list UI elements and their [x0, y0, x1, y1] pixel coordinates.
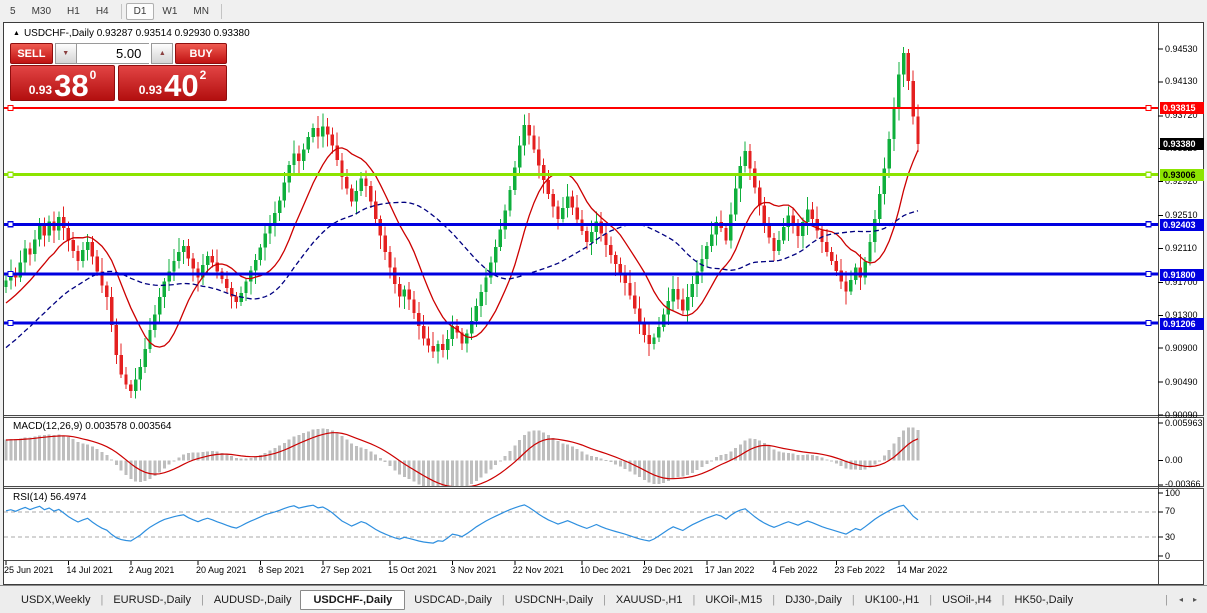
- tab-separator: |: [1165, 593, 1168, 606]
- tab-separator: |: [603, 593, 606, 606]
- tab-separator: |: [501, 593, 505, 606]
- rsi-indicator-label: RSI(14) 56.4974: [13, 492, 86, 503]
- date-label: 3 Nov 2021: [450, 565, 497, 575]
- tab-separator: |: [692, 593, 696, 606]
- tab-separator: |: [929, 593, 933, 606]
- price-tick-label: 0.90490: [1165, 376, 1198, 387]
- sell-price-pipette: 0: [89, 68, 97, 82]
- rsi-tick-label: 100: [1165, 487, 1181, 498]
- macd-indicator-label: MACD(12,26,9) 0.003578 0.003564: [13, 421, 171, 432]
- timeframe-button-M30[interactable]: M30: [24, 3, 59, 20]
- tab-separator: |: [100, 593, 104, 606]
- date-label: 4 Feb 2022: [772, 565, 818, 575]
- sell-price-prefix: 0.93: [28, 83, 53, 97]
- chart-symbol-header: ▲ USDCHF-,Daily 0.93287 0.93514 0.92930 0…: [13, 28, 250, 39]
- date-label: 25 Jun 2021: [4, 565, 54, 575]
- tab-scroll-left-icon[interactable]: ◂: [1179, 595, 1183, 604]
- rsi-value: 56.4974: [50, 492, 87, 503]
- date-label: 10 Dec 2021: [580, 565, 632, 575]
- sell-price-display[interactable]: 0.93 38 0: [10, 65, 115, 101]
- level-price-badge[interactable]: 0.91206: [1160, 317, 1204, 330]
- symbol-title: USDCHF-,Daily: [23, 28, 94, 39]
- timeframe-button-W1[interactable]: W1: [154, 3, 185, 20]
- timeframe-button-H4[interactable]: H4: [88, 3, 117, 20]
- level-price-badge[interactable]: 0.92403: [1160, 218, 1204, 231]
- chart-tab-xauusd-h1[interactable]: XAUUSD-,H1: [607, 590, 692, 610]
- collapse-panel-icon[interactable]: ▲: [13, 30, 20, 37]
- timeframe-button-D1[interactable]: D1: [125, 2, 155, 20]
- macd-tick-label: 0.005963: [1165, 417, 1203, 428]
- trading-platform-window: 5 M30 H1 H4 D1 W1 MN ▲ USDCHF-,Daily 0.93287 0.…: [0, 0, 1207, 613]
- buy-price-prefix: 0.93: [138, 83, 163, 97]
- chart-tab-usdchf-daily[interactable]: USDCHF-,Daily: [300, 589, 406, 610]
- tab-separator: |: [772, 593, 776, 606]
- chart-tab-ukoil-m15[interactable]: UKOil-,M15: [696, 590, 771, 610]
- date-label: 20 Aug 2021: [196, 565, 247, 575]
- volume-decrease-button[interactable]: ▼: [54, 43, 77, 64]
- buy-price-pipette: 2: [199, 68, 207, 82]
- current-price-badge: 0.93380: [1160, 138, 1204, 151]
- date-label: 15 Oct 2021: [388, 565, 438, 575]
- timeframe-button-MN[interactable]: MN: [185, 3, 217, 20]
- date-label: 27 Sep 2021: [320, 565, 372, 575]
- rsi-tick-label: 30: [1165, 531, 1176, 542]
- date-label: 29 Dec 2021: [642, 565, 694, 575]
- sell-button[interactable]: SELL: [10, 43, 53, 64]
- macd-name: MACD(12,26,9): [13, 421, 83, 432]
- volume-input[interactable]: 5.00: [76, 43, 150, 64]
- chart-tabs-bar: USDX,Weekly | EURUSD-,Daily | AUDUSD-,Daily U…: [0, 585, 1207, 613]
- tab-separator: |: [200, 593, 204, 606]
- panel-separator[interactable]: [4, 415, 1204, 418]
- chart-tab-usdcad-daily[interactable]: USDCAD-,Daily: [405, 590, 501, 610]
- timeframe-toolbar: 5 M30 H1 H4 D1 W1 MN: [0, 0, 1207, 22]
- date-label: 17 Jan 2022: [704, 565, 755, 575]
- timeframe-button-5[interactable]: 5: [2, 3, 24, 20]
- chart-tab-dj30-daily[interactable]: DJ30-,Daily: [776, 590, 851, 610]
- buy-price-big: 40: [164, 67, 199, 103]
- chart-tab-eurusd-daily[interactable]: EURUSD-,Daily: [104, 590, 200, 610]
- rsi-name: RSI(14): [13, 492, 48, 503]
- price-tick-label: 0.92110: [1165, 242, 1197, 253]
- price-tick-label: 0.94530: [1165, 43, 1198, 54]
- tab-separator: |: [851, 593, 855, 606]
- macd-values: 0.003578 0.003564: [85, 421, 172, 432]
- buy-price-display[interactable]: 0.93 40 2: [118, 65, 227, 101]
- chart-tab-audusd-daily[interactable]: AUDUSD-,Daily: [205, 590, 301, 610]
- chart-tab-usoil-h4[interactable]: USOil-,H4: [933, 590, 1001, 610]
- buy-button[interactable]: BUY: [175, 43, 227, 64]
- toolbar-separator: [220, 3, 222, 19]
- ohlc-values: 0.93287 0.93514 0.92930 0.93380: [96, 28, 250, 39]
- panel-separator[interactable]: [4, 486, 1204, 489]
- tab-separator: |: [1001, 593, 1005, 606]
- chart-tab-usdcnh-daily[interactable]: USDCNH-,Daily: [506, 590, 602, 610]
- chart-tab-usdx-weekly[interactable]: USDX,Weekly: [12, 590, 99, 610]
- panel-separator: [4, 560, 1204, 561]
- sell-price-big: 38: [54, 67, 89, 103]
- date-label: 22 Nov 2021: [512, 565, 564, 575]
- price-tick-label: 0.90900: [1165, 342, 1198, 353]
- chart-tab-hk50-daily[interactable]: HK50-,Daily: [1005, 590, 1082, 610]
- volume-increase-button[interactable]: ▲: [151, 43, 174, 64]
- tab-scroll-right-icon[interactable]: ▸: [1193, 595, 1197, 604]
- macd-tick-label: 0.00: [1165, 455, 1183, 465]
- rsi-tick-label: 70: [1165, 506, 1176, 517]
- toolbar-separator: [120, 3, 122, 19]
- one-click-trading-panel: SELL ▼ 5.00 ▲ BUY 0.93 38 0 0.93 40 2: [10, 43, 227, 101]
- timeframe-button-H1[interactable]: H1: [59, 3, 88, 20]
- chart-window[interactable]: [3, 22, 1204, 585]
- price-tick-label: 0.94130: [1165, 76, 1198, 87]
- chart-tab-uk100-h1[interactable]: UK100-,H1: [856, 590, 928, 610]
- date-label: 23 Feb 2022: [834, 565, 885, 575]
- date-label: 14 Jul 2021: [66, 565, 113, 575]
- level-price-badge[interactable]: 0.91800: [1160, 268, 1204, 281]
- rsi-tick-label: 0: [1165, 550, 1171, 561]
- price-axis-border: [1158, 23, 1159, 584]
- level-price-badge[interactable]: 0.93815: [1160, 102, 1204, 115]
- date-label: 2 Aug 2021: [128, 565, 175, 575]
- date-label: 14 Mar 2022: [896, 565, 948, 575]
- tab-scroll-controls: | ◂ ▸: [1164, 594, 1207, 606]
- level-price-badge[interactable]: 0.93006: [1160, 169, 1204, 182]
- date-label: 8 Sep 2021: [258, 565, 305, 575]
